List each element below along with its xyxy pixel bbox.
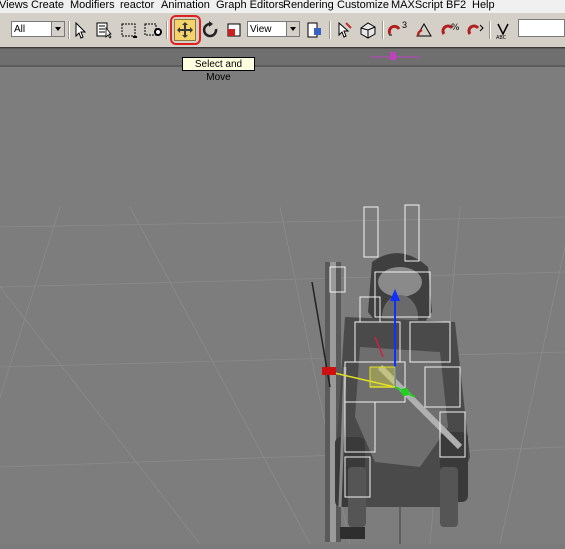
menu-bf2[interactable]: BF2 (446, 0, 466, 12)
menu-maxscript[interactable]: MAXScript (391, 0, 443, 12)
select-and-manipulate-icon[interactable] (334, 20, 354, 40)
perspective-viewport[interactable] (0, 67, 565, 545)
percent-snap-icon[interactable]: % (440, 20, 460, 40)
reference-coordinate-dropdown[interactable]: View (247, 21, 300, 37)
chevron-down-icon (286, 22, 299, 36)
snap-dimension-label: 3 (402, 20, 408, 30)
select-and-rotate-icon[interactable] (201, 20, 221, 40)
svg-text:%: % (451, 23, 460, 33)
use-pivot-center-icon[interactable] (305, 20, 325, 40)
menu-help[interactable]: Help (472, 0, 495, 12)
menu-views[interactable]: Views (0, 0, 28, 12)
angle-snap-icon[interactable] (414, 20, 434, 40)
character-model (311, 253, 470, 542)
menu-graph-editors[interactable]: Graph Editors (216, 0, 284, 12)
select-object-icon[interactable] (70, 20, 90, 40)
select-by-name-icon[interactable] (94, 20, 114, 40)
menu-bar: Views Create Modifiers reactor Animation… (0, 0, 565, 13)
main-toolbar: All View 3 % ABC (0, 13, 565, 48)
menu-modifiers[interactable]: Modifiers (70, 0, 115, 12)
edit-named-selections-icon[interactable]: ABC (493, 20, 513, 40)
menu-reactor[interactable]: reactor (120, 0, 154, 12)
menu-rendering[interactable]: Rendering (283, 0, 334, 12)
menu-customize[interactable]: Customize (337, 0, 389, 12)
svg-text:ABC: ABC (496, 35, 507, 40)
tooltip: Select and Move (182, 57, 255, 83)
home-grid (0, 206, 565, 545)
selection-filter-value: All (14, 24, 26, 35)
window-crossing-icon[interactable] (143, 20, 163, 40)
viewport-scene (0, 204, 565, 545)
time-slider-track (0, 47, 565, 67)
named-selection-sets-field[interactable] (518, 19, 565, 37)
time-slider-graphic (0, 47, 565, 67)
reference-coordinate-value: View (250, 24, 272, 35)
menu-create[interactable]: Create (31, 0, 64, 12)
select-and-scale-icon[interactable] (224, 20, 244, 40)
menu-animation[interactable]: Animation (161, 0, 210, 12)
select-and-move-button[interactable] (174, 19, 196, 41)
spinner-snap-icon[interactable] (466, 20, 486, 40)
chevron-down-icon (51, 22, 64, 36)
selection-filter-dropdown[interactable]: All (11, 21, 65, 37)
rectangular-selection-icon[interactable] (119, 20, 139, 40)
keyboard-shortcut-override-icon[interactable] (358, 20, 378, 40)
move-arrows-icon (177, 22, 193, 38)
